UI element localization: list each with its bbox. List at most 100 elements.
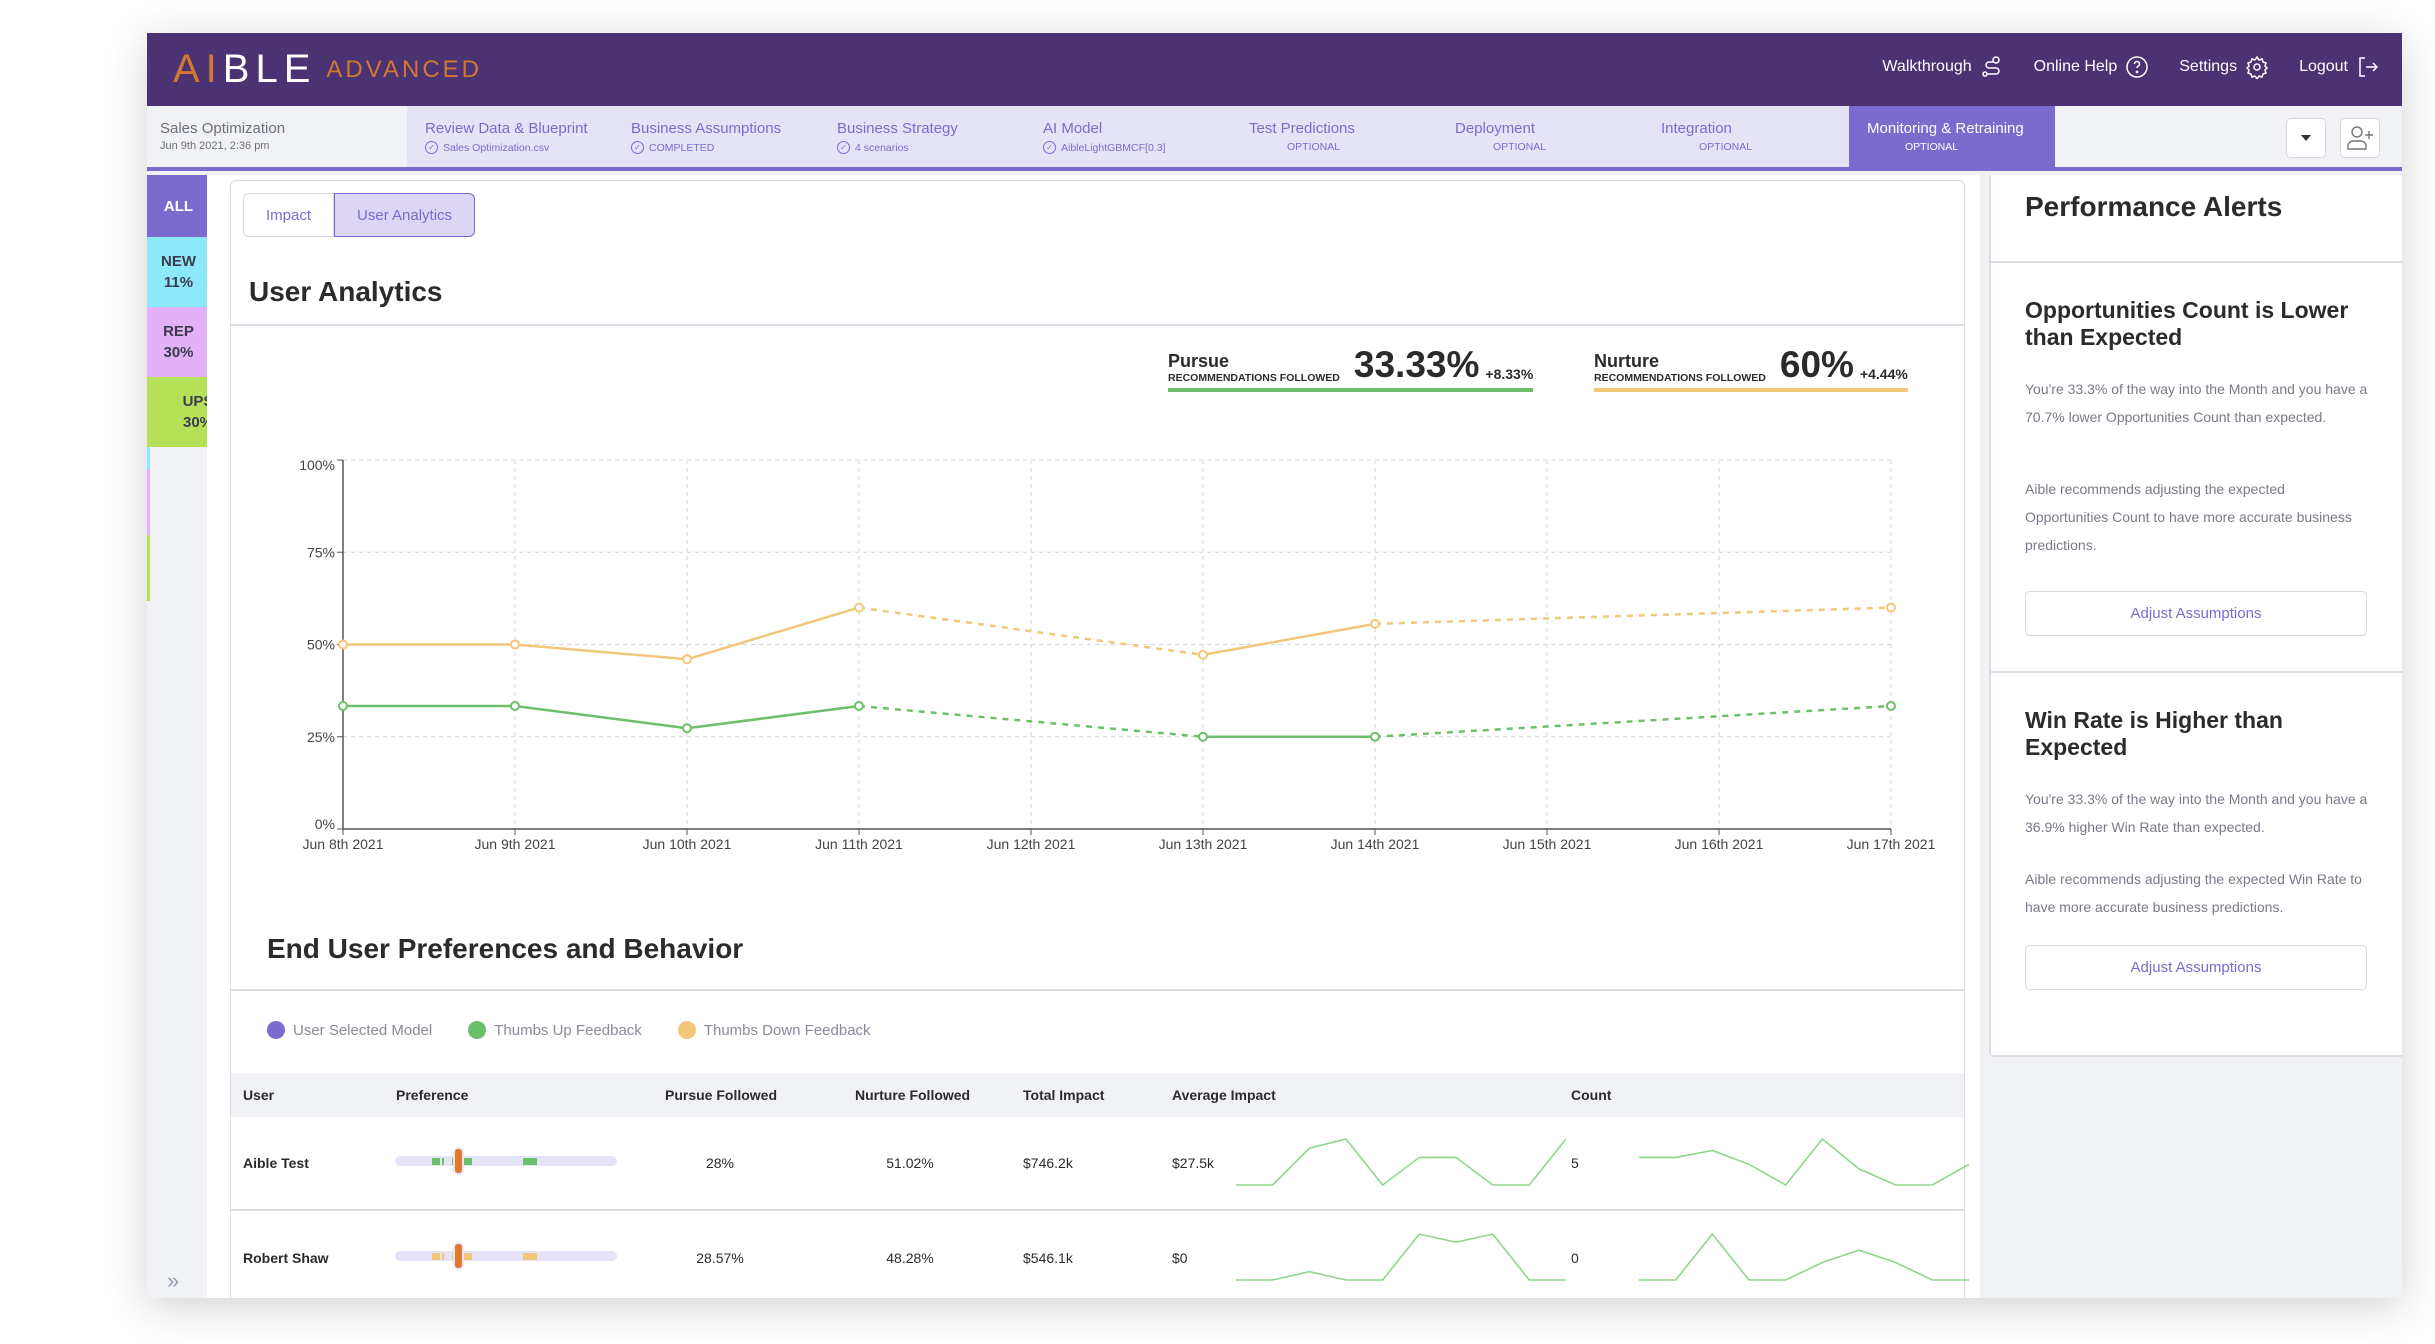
- series-pursue-point: [338, 701, 348, 712]
- step-business-assumptions[interactable]: Business Assumptions ✓ COMPLETED: [613, 106, 819, 167]
- feedback-mark: [523, 1158, 537, 1165]
- main-content: Impact User Analytics User Analytics Pur…: [207, 175, 1980, 1298]
- performance-alerts-panel: Performance Alerts Opportunities Count i…: [1989, 175, 2402, 1057]
- average-impact: $27.5k: [1172, 1155, 1215, 1171]
- x-tick-label: Jun 17th 2021: [1847, 836, 1936, 852]
- add-user-button[interactable]: [2340, 118, 2380, 158]
- logo-sub: ADVANCED: [326, 55, 482, 83]
- walkthrough-label: Walkthrough: [1882, 58, 1972, 75]
- divider: [231, 989, 1964, 991]
- series-pursue-point: [682, 723, 692, 734]
- series-pursue-point: [510, 701, 520, 712]
- sparkline: [1639, 1232, 1969, 1281]
- selected-model-handle[interactable]: [455, 1244, 462, 1268]
- legend-label: User Selected Model: [293, 1021, 433, 1039]
- segment-label: REP: [163, 323, 194, 340]
- step-integration[interactable]: Integration OPTIONAL: [1643, 106, 1849, 167]
- adjust-assumptions-button[interactable]: Adjust Assumptions: [2025, 591, 2367, 636]
- segment-all[interactable]: ALL: [150, 175, 207, 237]
- column-header[interactable]: Preference: [396, 1073, 468, 1117]
- step-deployment[interactable]: Deployment OPTIONAL: [1437, 106, 1643, 167]
- y-tick-label: 0%: [315, 816, 335, 832]
- step-subtitle: OPTIONAL: [1249, 141, 1419, 153]
- online-help-link[interactable]: Online Help: [2034, 55, 2150, 79]
- series-pursue-point: [1370, 731, 1380, 742]
- add-user-icon: [2347, 126, 2373, 150]
- analytics-card: Impact User Analytics User Analytics Pur…: [230, 180, 1969, 1298]
- adjust-assumptions-button[interactable]: Adjust Assumptions: [2025, 945, 2367, 990]
- sparkline: [1639, 1137, 1969, 1187]
- alert-recommendation: Aible recommends adjusting the expected …: [2025, 871, 2362, 915]
- sparkline: [1236, 1233, 1566, 1281]
- series-nurture-point: [1370, 618, 1380, 629]
- column-header[interactable]: Nurture Followed: [855, 1073, 970, 1117]
- count-value: 0: [1571, 1250, 1579, 1266]
- step-status: OPTIONAL: [1905, 141, 1959, 153]
- user-name: Robert Shaw: [243, 1250, 329, 1266]
- step-subtitle: ✓ AibleLightGBMCF[0.3]: [1043, 141, 1213, 154]
- segment-strip: [147, 447, 150, 469]
- step-business-strategy[interactable]: Business Strategy ✓ 4 scenarios: [819, 106, 1025, 167]
- app-window: AIBLE ADVANCED Walkthrough Online Help S…: [147, 33, 2402, 1298]
- column-header[interactable]: User: [243, 1073, 274, 1117]
- column-header[interactable]: Average Impact: [1172, 1073, 1276, 1117]
- pursue-kpi-label: Pursue RECOMMENDATIONS FOLLOWED: [1168, 351, 1340, 384]
- x-tick-label: Jun 15th 2021: [1503, 836, 1592, 852]
- settings-link[interactable]: Settings: [2179, 55, 2269, 79]
- step-test-predictions[interactable]: Test Predictions OPTIONAL: [1231, 106, 1437, 167]
- column-header[interactable]: Total Impact: [1023, 1073, 1104, 1117]
- check-circle-icon: ✓: [425, 141, 438, 154]
- walkthrough-link[interactable]: Walkthrough: [1882, 55, 2003, 79]
- segment-pct: 11%: [163, 274, 194, 291]
- segment-label: NEW: [161, 253, 196, 270]
- step-monitoring-retraining[interactable]: Monitoring & Retraining OPTIONAL: [1849, 106, 2055, 167]
- aible-logo[interactable]: AIBLE ADVANCED: [173, 47, 482, 92]
- expand-sidebar-icon[interactable]: »: [167, 1268, 179, 1294]
- selected-model-handle[interactable]: [455, 1149, 462, 1173]
- nurture-followed: 51.02%: [886, 1155, 934, 1171]
- total-impact: $546.1k: [1023, 1250, 1073, 1266]
- check-circle-icon: ✓: [1043, 141, 1056, 154]
- table-row[interactable]: Aible Test 28% 51.02% $746.2k $27.5k 5: [231, 1117, 1969, 1211]
- segment-sidebar: ALL NEW 11% REP 30% UPS 30% »: [147, 175, 228, 1298]
- project-name: Sales Optimization: [160, 120, 286, 137]
- segment-new[interactable]: NEW 11%: [150, 237, 207, 307]
- preferences-legend: User Selected Model Thumbs Up Feedback Thu…: [267, 1021, 871, 1039]
- performance-alerts-title: Performance Alerts: [2025, 191, 2283, 222]
- segment-strip: [147, 535, 150, 601]
- step-status: 4 scenarios: [855, 141, 909, 154]
- step-ai-model[interactable]: AI Model ✓ AibleLightGBMCF[0.3]: [1025, 106, 1231, 167]
- segment-label: ALL: [163, 197, 194, 215]
- segment-rep[interactable]: REP 30%: [150, 307, 207, 377]
- y-tick-label: 50%: [307, 637, 335, 653]
- user-name: Aible Test: [243, 1155, 309, 1171]
- workflow-steps-bar: Sales Optimization Jun 9th 2021, 2:36 pm…: [147, 106, 2402, 171]
- x-tick-label: Jun 11th 2021: [815, 836, 903, 852]
- logout-link[interactable]: Logout: [2299, 55, 2380, 79]
- alert-recommendation: Aible recommends adjusting the expected …: [2025, 481, 2352, 553]
- dropdown-button[interactable]: [2286, 118, 2326, 158]
- x-tick-label: Jun 13th 2021: [1159, 836, 1248, 852]
- series-nurture-point: [510, 639, 520, 650]
- pursue-kpi: Pursue RECOMMENDATIONS FOLLOWED 33.33% +8…: [1168, 346, 1534, 392]
- y-tick-label: 75%: [307, 544, 335, 560]
- table-row[interactable]: Robert Shaw 28.57% 48.28% $546.1k $0 0: [231, 1212, 1969, 1298]
- user-analytics-title: User Analytics: [249, 276, 443, 307]
- column-header[interactable]: Pursue Followed: [665, 1073, 777, 1117]
- preference-slider[interactable]: [395, 1244, 617, 1268]
- step-subtitle: ✓ Sales Optimization.csv: [425, 141, 595, 154]
- preference-slider[interactable]: [395, 1149, 617, 1173]
- tab-user-analytics[interactable]: User Analytics: [334, 193, 476, 237]
- tab-impact[interactable]: Impact: [243, 193, 335, 237]
- x-tick-label: Jun 14th 2021: [1331, 836, 1420, 852]
- pursue-delta: +8.33%: [1485, 366, 1534, 382]
- sparkline-path: [1236, 1138, 1566, 1187]
- step-title: Integration: [1661, 120, 1732, 137]
- workflow-steps: Review Data & Blueprint ✓ Sales Optimizati…: [407, 106, 2055, 167]
- project-info[interactable]: Sales Optimization Jun 9th 2021, 2:36 pm: [147, 106, 407, 167]
- logout-icon: [2359, 57, 2379, 77]
- alert-card: Opportunities Count is Lower than Expect…: [1991, 261, 2402, 671]
- column-header[interactable]: Count: [1571, 1073, 1611, 1117]
- step-review-data-blueprint[interactable]: Review Data & Blueprint ✓ Sales Optimizati…: [407, 106, 613, 167]
- series-pursue-segment: [514, 704, 688, 730]
